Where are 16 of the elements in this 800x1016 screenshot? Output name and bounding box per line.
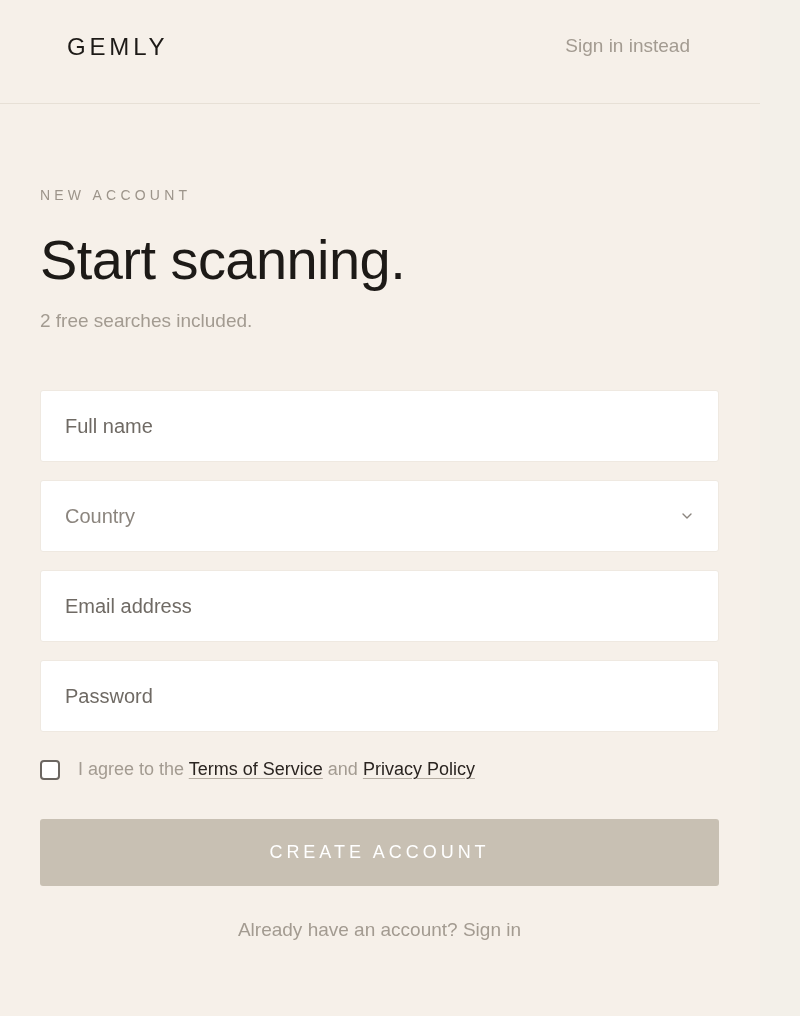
country-select[interactable]: Country [40, 480, 719, 553]
sign-in-instead-link[interactable]: Sign in instead [565, 32, 690, 71]
terms-link[interactable]: Terms of Service [188, 759, 323, 780]
chevron-down-icon [682, 513, 692, 520]
eyebrow-label: NEW ACCOUNT [40, 188, 193, 202]
full-name-field[interactable]: Full name [40, 390, 719, 463]
email-field[interactable]: Email address [40, 570, 719, 643]
terms-agreement-text: I agree to the Terms of Service and Privacy Policy [78, 758, 475, 782]
agree-checkbox[interactable] [40, 759, 60, 780]
sign-in-prompt: Already have an account? Sign in [236, 918, 523, 943]
sign-in-link[interactable]: Sign in [462, 919, 522, 941]
subtitle: 2 free searches included. [40, 308, 254, 333]
privacy-link[interactable]: Privacy Policy [362, 759, 475, 780]
logo: GEMLY [67, 31, 169, 62]
password-field[interactable]: Password [40, 660, 719, 733]
page-title: Start scanning. [40, 229, 407, 291]
